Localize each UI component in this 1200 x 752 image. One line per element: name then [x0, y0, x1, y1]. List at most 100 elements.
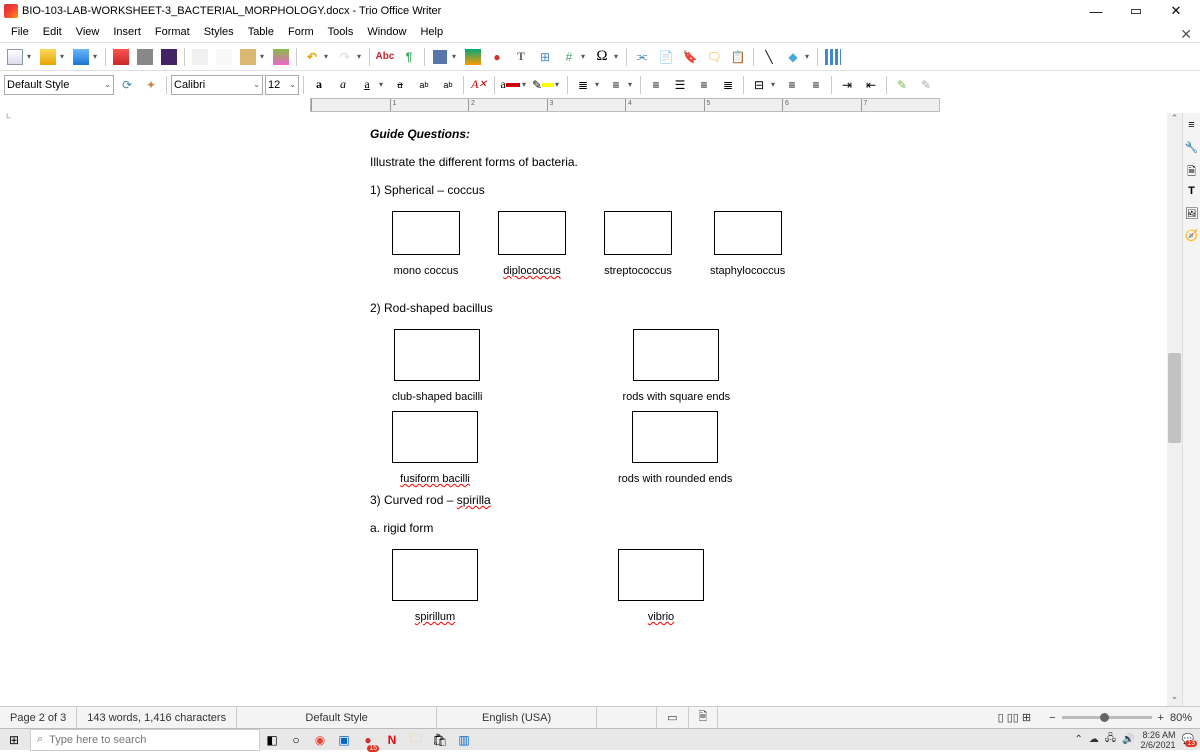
status-language[interactable]: English (USA)	[437, 707, 597, 728]
spellcheck-button[interactable]: Abc	[374, 46, 396, 68]
status-selection-mode[interactable]: ▭	[657, 707, 688, 728]
align-right-button[interactable]: ≡	[693, 74, 715, 96]
sidebar-styles-icon[interactable]: T	[1185, 185, 1199, 199]
insert-chart-button[interactable]: ●	[486, 46, 508, 68]
sidebar-wrench-icon[interactable]: 🔧	[1185, 141, 1199, 155]
menu-window[interactable]: Window	[360, 24, 413, 40]
maximize-button[interactable]: ▭	[1116, 0, 1156, 22]
menu-format[interactable]: Format	[148, 24, 197, 40]
taskbar-netflix-icon[interactable]: N	[380, 729, 404, 751]
strikethrough-button[interactable]: a	[389, 74, 411, 96]
open-dropdown[interactable]: ▾	[60, 52, 68, 61]
menu-styles[interactable]: Styles	[197, 24, 241, 40]
print-preview-button[interactable]	[158, 46, 180, 68]
redo-button[interactable]: ↷	[334, 46, 356, 68]
track-changes-button[interactable]: 📋	[727, 46, 749, 68]
bullets-button[interactable]: ≣	[572, 74, 594, 96]
menu-file[interactable]: File	[4, 24, 36, 40]
sidebar-navigator-icon[interactable]: 🧭	[1185, 229, 1199, 243]
zoom-percent[interactable]: 80%	[1170, 712, 1192, 724]
minimize-button[interactable]: —	[1076, 0, 1116, 22]
eraser-tool-button[interactable]: ✎	[915, 74, 937, 96]
taskbar-explorer-icon[interactable]: 🗀	[404, 729, 428, 751]
font-color-button[interactable]: a	[499, 74, 521, 96]
close-document-button[interactable]: ✕	[1180, 26, 1192, 43]
zoom-in-icon[interactable]: +	[1158, 712, 1164, 724]
undo-button[interactable]: ↶	[301, 46, 323, 68]
highlighting-tool-button[interactable]: ✎	[891, 74, 913, 96]
sidebar-gallery-icon[interactable]: 🖼	[1185, 207, 1199, 221]
new-dropdown[interactable]: ▾	[27, 52, 35, 61]
scroll-up-button[interactable]: ⌃	[1167, 113, 1182, 128]
insert-comment-button[interactable]: 🗨	[703, 46, 725, 68]
superscript-button[interactable]: ab	[413, 74, 435, 96]
basic-shapes-button[interactable]: ◆	[782, 46, 804, 68]
menu-insert[interactable]: Insert	[106, 24, 148, 40]
insert-bookmark-button[interactable]: 🔖	[679, 46, 701, 68]
paragraph-spacing-button[interactable]: ≡	[805, 74, 827, 96]
tray-network-icon[interactable]: 🖧	[1105, 731, 1116, 748]
paragraph-style-combo[interactable]: Default Style⌄	[4, 75, 114, 95]
menu-table[interactable]: Table	[241, 24, 281, 40]
zoom-control[interactable]: − + 80%	[1041, 712, 1200, 724]
copy-button[interactable]	[213, 46, 235, 68]
export-pdf-button[interactable]	[110, 46, 132, 68]
insert-special-char-button[interactable]: Ω	[591, 46, 613, 68]
tray-chevron-icon[interactable]: ⌃	[1075, 734, 1083, 745]
redo-dropdown[interactable]: ▾	[357, 52, 365, 61]
table-dropdown[interactable]: ▾	[452, 52, 460, 61]
align-center-button[interactable]: ☰	[669, 74, 691, 96]
paste-dropdown[interactable]: ▾	[260, 52, 268, 61]
insert-table-button[interactable]	[429, 46, 451, 68]
tray-notifications-icon[interactable]: 💬13	[1182, 734, 1194, 745]
sidebar-properties-icon[interactable]: ≡	[1185, 119, 1199, 133]
open-button[interactable]	[37, 46, 59, 68]
italic-button[interactable]: a	[332, 74, 354, 96]
taskbar-chrome-icon[interactable]: ◉	[308, 729, 332, 751]
save-dropdown[interactable]: ▾	[93, 52, 101, 61]
vertical-ruler[interactable]: └	[0, 113, 14, 131]
menu-edit[interactable]: Edit	[36, 24, 69, 40]
close-button[interactable]: ✕	[1156, 0, 1196, 22]
cut-button[interactable]	[189, 46, 211, 68]
taskbar-app-icon[interactable]: ●15	[356, 729, 380, 751]
taskbar-search[interactable]: ⌕ Type here to search	[30, 729, 260, 751]
menu-tools[interactable]: Tools	[321, 24, 361, 40]
insert-footnote-button[interactable]: 📄	[655, 46, 677, 68]
vertical-scrollbar[interactable]: ⌃ ⌄	[1167, 113, 1182, 706]
align-justify-button[interactable]: ≣	[717, 74, 739, 96]
insert-field-button[interactable]: #	[558, 46, 580, 68]
show-draw-functions-button[interactable]	[822, 46, 844, 68]
start-button[interactable]: ⊞	[0, 729, 28, 751]
formatting-marks-button[interactable]: ¶	[398, 46, 420, 68]
subscript-button[interactable]: ab	[437, 74, 459, 96]
clear-formatting-button[interactable]: A✕	[468, 74, 490, 96]
tray-clock[interactable]: 8:26 AM 2/6/2021	[1141, 730, 1176, 750]
clone-formatting-button[interactable]	[270, 46, 292, 68]
print-button[interactable]	[134, 46, 156, 68]
status-signature[interactable]: 🗎	[689, 707, 719, 728]
insert-page-break-button[interactable]: ⊞	[534, 46, 556, 68]
tray-onedrive-icon[interactable]: ☁	[1089, 734, 1099, 745]
status-wordcount[interactable]: 143 words, 1,416 characters	[77, 707, 237, 728]
tray-volume-icon[interactable]: 🔊	[1122, 734, 1134, 745]
font-size-combo[interactable]: 12⌄	[265, 75, 299, 95]
scroll-down-button[interactable]: ⌄	[1167, 691, 1182, 706]
highlight-button[interactable]: ✎	[532, 74, 554, 96]
status-view-icons[interactable]: ▯ ▯▯ ⊞	[988, 707, 1042, 728]
document-page[interactable]: Guide Questions: Illustrate the differen…	[310, 113, 940, 706]
sidebar-page-icon[interactable]: 🗎	[1185, 163, 1199, 177]
outline-button[interactable]: ⊟	[748, 74, 770, 96]
status-insert-mode[interactable]	[597, 707, 657, 728]
save-button[interactable]	[70, 46, 92, 68]
bold-button[interactable]: a	[308, 74, 330, 96]
menu-form[interactable]: Form	[281, 24, 321, 40]
taskbar-cortana-icon[interactable]: ○	[284, 729, 308, 751]
taskbar-writer-icon[interactable]: ▥	[452, 729, 476, 751]
undo-dropdown[interactable]: ▾	[324, 52, 332, 61]
scroll-thumb[interactable]	[1168, 353, 1181, 443]
paste-button[interactable]	[237, 46, 259, 68]
numbering-button[interactable]: ≡	[605, 74, 627, 96]
status-style[interactable]: Default Style	[237, 707, 437, 728]
update-style-button[interactable]: ⟳	[116, 74, 138, 96]
